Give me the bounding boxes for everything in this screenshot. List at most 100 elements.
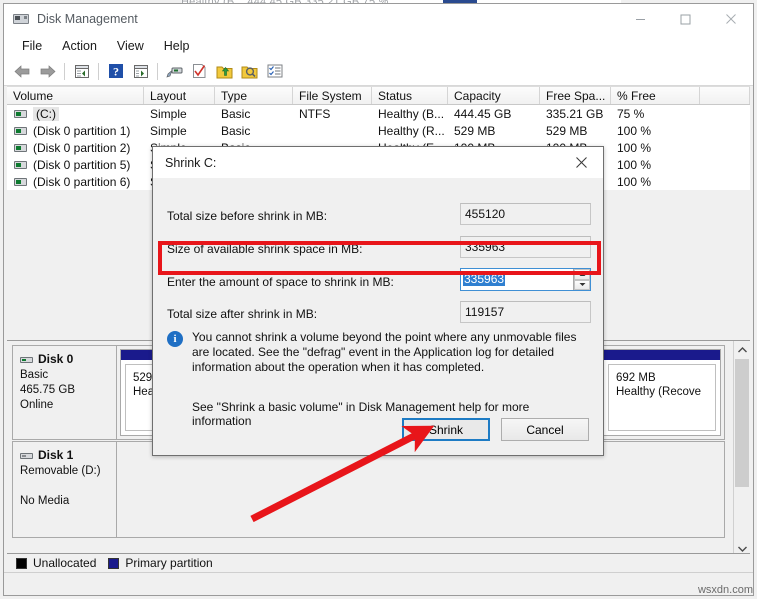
shrink-amount-value[interactable]: 335963 [461, 269, 573, 290]
disk-icon [20, 356, 33, 363]
close-icon[interactable] [559, 147, 603, 178]
graphical-pane-scrollbar[interactable] [733, 341, 750, 557]
column-header-volume[interactable]: Volume [7, 87, 144, 104]
field-amount-to-shrink: Enter the amount of space to shrink in M… [153, 268, 603, 298]
column-header-file-system[interactable]: File System [293, 87, 372, 104]
status-bar [4, 572, 753, 595]
legend-swatch-unallocated [16, 557, 27, 569]
cell-free-space: 335.21 GB [546, 106, 604, 121]
menu-bar: File Action View Help [4, 34, 753, 57]
partition-2-inner: 692 MB Healthy (Recove [608, 364, 716, 431]
column-header-capacity[interactable]: Capacity [448, 87, 540, 104]
cell-percent-free: 100 % [617, 123, 652, 138]
menu-help[interactable]: Help [154, 37, 200, 55]
export-list-icon[interactable] [212, 59, 237, 83]
properties-icon[interactable] [162, 59, 187, 83]
legend-swatch-primary-partition [108, 557, 120, 569]
cell-type: Basic [221, 106, 251, 121]
table-row[interactable]: (Disk 0 partition 1) Simple Basic Health… [7, 122, 750, 139]
drive-icon [14, 143, 27, 152]
value-total-size-before: 455120 [460, 203, 591, 225]
quantity-stepper[interactable] [573, 269, 590, 290]
help-icon[interactable]: ? [103, 59, 128, 83]
back-icon[interactable] [10, 59, 35, 83]
cell-free-space: 529 MB [546, 123, 588, 138]
cell-status: Healthy (B... [378, 106, 445, 121]
forward-icon[interactable] [35, 59, 60, 83]
cell-volume[interactable]: (Disk 0 partition 1) [7, 124, 144, 138]
cell-layout: Simple [150, 123, 187, 138]
cell-status: Healthy (R... [378, 123, 445, 138]
show-hide-console-tree-icon[interactable] [128, 59, 153, 83]
label-total-size-before: Total size before shrink in MB: [167, 209, 328, 223]
removable-disk-icon [20, 452, 33, 459]
info-icon: i [167, 331, 183, 347]
watermark: wsxdn.com [697, 584, 753, 596]
rescan-disks-icon[interactable] [187, 59, 212, 83]
menu-file[interactable]: File [12, 37, 52, 55]
info-message-text: You cannot shrink a volume beyond the po… [192, 330, 577, 374]
shrink-button[interactable]: Shrink [402, 418, 490, 441]
column-header-percent-free[interactable]: % Free [611, 87, 700, 104]
field-total-size-before: Total size before shrink in MB: 455120 [153, 202, 603, 232]
cell-volume-label: (Disk 0 partition 2) [33, 140, 131, 155]
disk-info-1: Disk 1 Removable (D:) No Media [13, 442, 117, 537]
shrink-dialog: Shrink C: Total size before shrink in MB… [152, 146, 604, 456]
toolbar-separator [157, 62, 158, 80]
volume-list-header: Volume Layout Type File System Status Ca… [7, 86, 750, 105]
toolbar-separator [98, 62, 99, 80]
up-one-level-icon[interactable] [69, 59, 94, 83]
disk-management-icon [13, 11, 29, 27]
spinner-down-icon[interactable] [574, 279, 590, 290]
disk-state-0: Online [20, 399, 54, 411]
disk-type-1: Removable (D:) [20, 465, 101, 477]
shrink-amount-selected-text: 335963 [463, 272, 506, 286]
disk-name-0: Disk 0 [38, 352, 74, 366]
cell-percent-free: 100 % [617, 174, 652, 189]
menu-action[interactable]: Action [52, 37, 107, 55]
cell-volume[interactable]: (C:) [7, 106, 144, 121]
legend-item-unallocated: Unallocated [16, 556, 96, 570]
info-message: i You cannot shrink a volume beyond the … [167, 330, 589, 375]
window-title: Disk Management [37, 12, 138, 26]
find-icon[interactable] [237, 59, 262, 83]
value-available-shrink-space: 335963 [460, 236, 591, 258]
column-header-free-space[interactable]: Free Spa... [540, 87, 611, 104]
maximize-button[interactable] [663, 4, 708, 34]
cancel-button[interactable]: Cancel [501, 418, 589, 441]
column-header-status[interactable]: Status [372, 87, 448, 104]
show-hide-action-pane-icon[interactable] [262, 59, 287, 83]
scrollbar-thumb[interactable] [735, 359, 749, 487]
drive-icon [14, 126, 27, 135]
disk-title-1: Disk 1 [20, 448, 116, 463]
scroll-up-icon[interactable] [734, 341, 750, 358]
close-button[interactable] [708, 4, 753, 34]
cell-percent-free: 75 % [617, 106, 645, 121]
cell-volume[interactable]: (Disk 0 partition 6) [7, 175, 144, 189]
partition-2[interactable]: 692 MB Healthy (Recove [603, 349, 721, 436]
spinner-up-icon[interactable] [574, 269, 590, 280]
column-header-layout[interactable]: Layout [144, 87, 215, 104]
drive-icon [14, 160, 27, 169]
column-header-filler [700, 87, 750, 104]
dialog-body: Total size before shrink in MB: 455120 S… [153, 178, 603, 455]
cell-volume[interactable]: (Disk 0 partition 2) [7, 141, 144, 155]
disk-name-1: Disk 1 [38, 448, 74, 462]
disk-size-0: 465.75 GB [20, 384, 75, 396]
shrink-amount-input[interactable]: 335963 [460, 268, 591, 291]
cell-volume-label: (Disk 0 partition 1) [33, 123, 131, 138]
dialog-title-bar: Shrink C: [153, 147, 603, 178]
legend: Unallocated Primary partition [7, 553, 750, 572]
cell-volume-label: (Disk 0 partition 5) [33, 157, 131, 172]
label-available-shrink-space: Size of available shrink space in MB: [167, 242, 363, 256]
cell-percent-free: 100 % [617, 140, 652, 155]
cell-volume[interactable]: (Disk 0 partition 5) [7, 158, 144, 172]
disk-title-0: Disk 0 [20, 352, 116, 367]
minimize-button[interactable] [618, 4, 663, 34]
dialog-buttons: Shrink Cancel [391, 418, 589, 441]
cell-type: Basic [221, 123, 251, 138]
column-header-type[interactable]: Type [215, 87, 293, 104]
menu-view[interactable]: View [107, 37, 154, 55]
disk-state-1: No Media [20, 495, 70, 507]
table-row[interactable]: (C:) Simple Basic NTFS Healthy (B... 444… [7, 105, 750, 122]
